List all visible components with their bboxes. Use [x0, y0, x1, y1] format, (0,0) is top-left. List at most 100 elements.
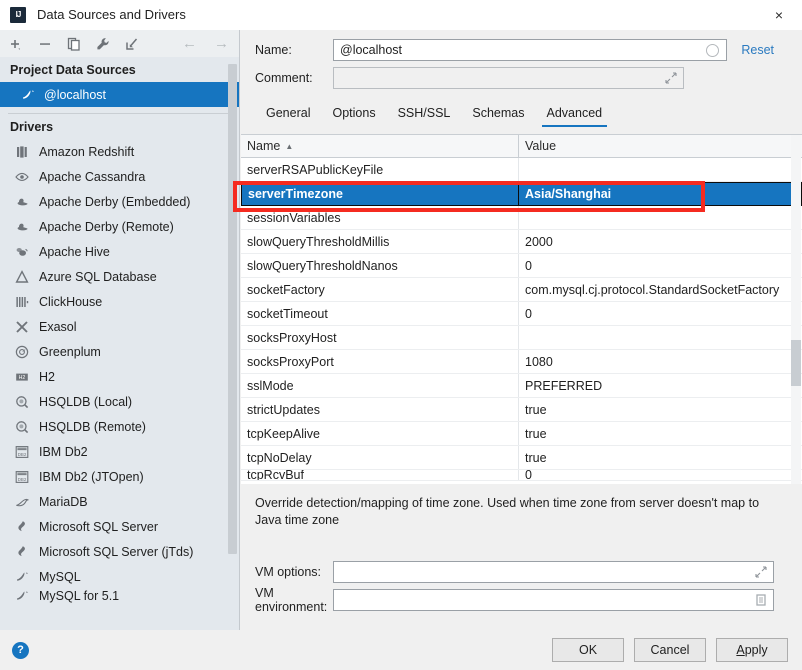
forward-arrow-icon[interactable]: →: [212, 36, 231, 51]
driver-item[interactable]: ClickHouse: [0, 289, 239, 314]
column-header-name-label: Name: [247, 139, 281, 153]
driver-item[interactable]: Apache Derby (Remote): [0, 214, 239, 239]
driver-item[interactable]: MySQL for 5.1: [0, 589, 239, 603]
driver-item[interactable]: Exasol: [0, 314, 239, 339]
property-value-cell[interactable]: [519, 206, 802, 229]
table-row[interactable]: slowQueryThresholdNanos 0: [241, 254, 802, 278]
remove-icon[interactable]: [37, 36, 53, 52]
driver-item[interactable]: Apache Derby (Embedded): [0, 189, 239, 214]
property-value-cell[interactable]: 0: [519, 302, 802, 325]
sidebar-scrollbar[interactable]: [228, 64, 237, 554]
property-value-cell[interactable]: [519, 158, 802, 181]
copy-icon[interactable]: [66, 36, 82, 52]
table-row[interactable]: slowQueryThresholdMillis 2000: [241, 230, 802, 254]
driver-item[interactable]: MySQL: [0, 564, 239, 589]
property-value-cell[interactable]: 0: [519, 254, 802, 277]
property-value-cell[interactable]: true: [519, 398, 802, 421]
cancel-button[interactable]: Cancel: [634, 638, 706, 662]
property-value-cell[interactable]: PREFERRED: [519, 374, 802, 397]
property-name-cell[interactable]: socksProxyPort: [241, 350, 519, 373]
apply-button[interactable]: Apply: [716, 638, 788, 662]
driver-item[interactable]: DB2 IBM Db2: [0, 439, 239, 464]
driver-item[interactable]: MariaDB: [0, 489, 239, 514]
table-row[interactable]: socketTimeout 0: [241, 302, 802, 326]
table-scrollbar-thumb[interactable]: [791, 340, 801, 386]
table-row[interactable]: serverTimezone Asia/Shanghai: [241, 181, 802, 206]
property-name-cell[interactable]: sslMode: [241, 374, 519, 397]
property-name-cell[interactable]: socketTimeout: [241, 302, 519, 325]
property-value-cell[interactable]: com.mysql.cj.protocol.StandardSocketFact…: [519, 278, 802, 301]
driver-item[interactable]: Greenplum: [0, 339, 239, 364]
reset-link[interactable]: Reset: [741, 43, 774, 57]
close-icon[interactable]: ×: [756, 0, 802, 30]
property-value-cell[interactable]: [519, 326, 802, 349]
list-editor-icon[interactable]: [755, 594, 767, 606]
driver-item[interactable]: DB2 IBM Db2 (JTOpen): [0, 464, 239, 489]
driver-item[interactable]: HSQLDB (Local): [0, 389, 239, 414]
driver-item[interactable]: Microsoft SQL Server: [0, 514, 239, 539]
wrench-icon[interactable]: [95, 36, 111, 52]
import-icon[interactable]: [124, 36, 140, 52]
property-name-cell[interactable]: sessionVariables: [241, 206, 519, 229]
title-bar: IJ Data Sources and Drivers ×: [0, 0, 802, 30]
property-value-cell[interactable]: 2000: [519, 230, 802, 253]
property-name-cell[interactable]: tcpKeepAlive: [241, 422, 519, 445]
tab-schemas[interactable]: Schemas: [461, 103, 535, 127]
driver-item[interactable]: Microsoft SQL Server (jTds): [0, 539, 239, 564]
property-name-cell[interactable]: tcpRcvBuf: [241, 470, 519, 480]
table-row[interactable]: socksProxyHost: [241, 326, 802, 350]
property-name-cell[interactable]: socketFactory: [241, 278, 519, 301]
property-value-cell[interactable]: true: [519, 422, 802, 445]
property-value-cell[interactable]: 1080: [519, 350, 802, 373]
driver-item[interactable]: Azure SQL Database: [0, 264, 239, 289]
property-name-text: serverRSAPublicKeyFile: [247, 162, 384, 177]
tab-advanced[interactable]: Advanced: [536, 103, 614, 127]
table-row[interactable]: sessionVariables: [241, 206, 802, 230]
property-name-cell[interactable]: slowQueryThresholdMillis: [241, 230, 519, 253]
property-name-cell[interactable]: slowQueryThresholdNanos: [241, 254, 519, 277]
table-row[interactable]: socksProxyPort 1080: [241, 350, 802, 374]
expand-editor-icon[interactable]: [755, 566, 767, 578]
driver-label: IBM Db2: [39, 444, 88, 459]
table-row[interactable]: tcpKeepAlive true: [241, 422, 802, 446]
table-row[interactable]: tcpNoDelay true: [241, 446, 802, 470]
property-name-cell[interactable]: strictUpdates: [241, 398, 519, 421]
driver-item[interactable]: H2 H2: [0, 364, 239, 389]
table-row[interactable]: serverRSAPublicKeyFile: [241, 158, 802, 182]
vm-options-input[interactable]: [333, 561, 774, 583]
table-row[interactable]: socketFactory com.mysql.cj.protocol.Stand…: [241, 278, 802, 302]
table-row[interactable]: tcpRcvBuf 0: [241, 470, 802, 481]
property-name-cell[interactable]: socksProxyHost: [241, 326, 519, 349]
tab-ssh-ssl[interactable]: SSH/SSL: [387, 103, 462, 127]
property-value-cell[interactable]: Asia/Shanghai: [519, 181, 802, 206]
help-icon[interactable]: ?: [12, 641, 29, 659]
column-header-name[interactable]: Name ▲: [241, 135, 519, 157]
driver-item[interactable]: Apache Hive: [0, 239, 239, 264]
tab-options[interactable]: Options: [321, 103, 386, 127]
add-icon[interactable]: [8, 36, 24, 52]
ok-button[interactable]: OK: [552, 638, 624, 662]
drivers-list: Amazon Redshift Apache Cassandra Apache De…: [0, 139, 239, 603]
property-name-cell[interactable]: tcpNoDelay: [241, 446, 519, 469]
property-name-text: slowQueryThresholdNanos: [247, 258, 398, 273]
expand-editor-icon[interactable]: [665, 72, 677, 84]
vm-environment-input[interactable]: [333, 589, 774, 611]
property-name-cell[interactable]: serverRSAPublicKeyFile: [241, 158, 519, 181]
back-arrow-icon[interactable]: ←: [180, 36, 199, 51]
vm-options-row: VM options:: [255, 558, 788, 586]
table-scroll-track[interactable]: [791, 135, 801, 484]
property-value-cell[interactable]: true: [519, 446, 802, 469]
name-input[interactable]: @localhost: [333, 39, 728, 61]
tab-general[interactable]: General: [255, 103, 321, 127]
column-header-value[interactable]: Value: [519, 135, 802, 157]
table-row[interactable]: strictUpdates true: [241, 398, 802, 422]
driver-item[interactable]: HSQLDB (Remote): [0, 414, 239, 439]
data-source-item[interactable]: @localhost: [0, 82, 239, 107]
table-row[interactable]: sslMode PREFERRED: [241, 374, 802, 398]
driver-label: MariaDB: [39, 494, 88, 509]
property-value-cell[interactable]: 0: [519, 470, 802, 480]
property-name-cell[interactable]: serverTimezone: [241, 181, 519, 206]
comment-input[interactable]: [333, 67, 684, 89]
driver-item[interactable]: Amazon Redshift: [0, 139, 239, 164]
driver-item[interactable]: Apache Cassandra: [0, 164, 239, 189]
